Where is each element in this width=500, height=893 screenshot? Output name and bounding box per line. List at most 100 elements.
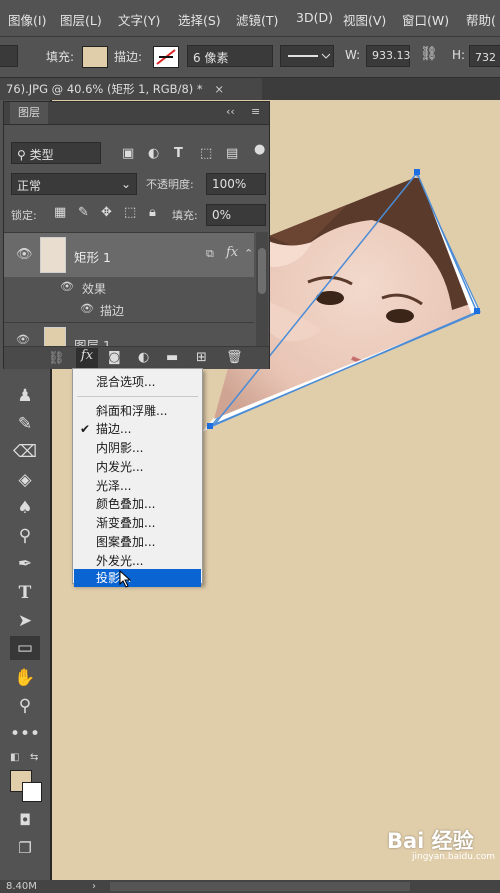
collapse-panel-icon[interactable]: ‹‹ (226, 105, 235, 118)
fill-input[interactable]: 0% (206, 204, 266, 226)
stroke-effect-eye-icon[interactable]: 👁︎ (80, 302, 94, 315)
effects-row[interactable]: 👁︎ 效果 (4, 278, 254, 298)
group-folder-icon[interactable]: ▬ (166, 350, 178, 365)
height-input[interactable]: 732 像 (469, 45, 500, 67)
menu-help[interactable]: 帮助( (466, 10, 496, 29)
effects-label: 效果 (82, 282, 107, 296)
menu-item-5[interactable]: 光泽... (74, 477, 201, 495)
opacity-input[interactable]: 100% (206, 173, 266, 195)
menu-item-8[interactable]: 图案叠加... (74, 533, 201, 551)
width-input[interactable]: 933.13 (366, 45, 411, 67)
layer-row-image[interactable]: 👁︎ 图层 1 (4, 322, 254, 348)
shape-mode-dropdown[interactable] (0, 45, 18, 67)
link-layers-icon[interactable]: ⛓ (48, 351, 65, 366)
layer2-eye-icon[interactable]: 👁︎ (16, 333, 30, 346)
default-colors-icon[interactable]: ◧ (10, 752, 19, 763)
document-tab[interactable]: 76).JPG @ 40.6% (矩形 1, RGB/8) * × (0, 78, 262, 100)
hand-tool-icon[interactable]: ✋ (10, 666, 40, 690)
fill-label: 填充: (46, 50, 75, 64)
adjustment-filter-icon[interactable]: ◐ (148, 146, 159, 161)
filter-toggle-icon[interactable]: ● (254, 142, 265, 157)
visibility-eye-icon[interactable]: 👁︎ (16, 247, 33, 262)
menu-item-10[interactable]: 投影... (74, 569, 201, 587)
height-label: H: (452, 48, 466, 62)
menu-item-7[interactable]: 渐变叠加... (74, 514, 201, 532)
status-arrow-icon[interactable]: › (92, 880, 96, 893)
menu-item-9[interactable]: 外发光... (74, 552, 201, 570)
menu-item-1[interactable]: 斜面和浮雕... (74, 402, 201, 420)
pen-tool-icon[interactable]: ✒ (10, 552, 40, 576)
layers-tab[interactable]: 图层 (10, 102, 48, 124)
menu-item-label: 外发光... (96, 554, 144, 568)
scrollbar-thumb[interactable] (258, 248, 266, 294)
menu-item-4[interactable]: 内发光... (74, 458, 201, 476)
menu-layer[interactable]: 图层(L) (60, 10, 102, 29)
menu-view[interactable]: 视图(V) (343, 10, 386, 29)
layer-row-shape[interactable]: 👁︎ 矩形 1 ⧉ fx ⌃ (4, 233, 254, 277)
menu-item-3[interactable]: 内阴影... (74, 439, 201, 457)
menu-item-6[interactable]: 颜色叠加... (74, 495, 201, 513)
lock-label: 锁定: (11, 209, 37, 222)
menu-select[interactable]: 选择(S) (178, 10, 221, 29)
background-color-swatch[interactable] (22, 782, 42, 802)
screen-mode-icon[interactable]: ❐ (10, 836, 40, 860)
shape-filter-icon[interactable]: ⬚ (200, 146, 212, 161)
layer-list-scrollbar[interactable] (256, 232, 268, 346)
add-layer-style-button[interactable]: fx (76, 348, 98, 368)
quick-mask-icon[interactable]: ◘ (10, 808, 40, 832)
history-brush-icon[interactable]: ✎ (10, 412, 40, 436)
menu-item-2[interactable]: ✔ 描边... (74, 420, 201, 438)
stroke-effect-row[interactable]: 👁︎ 描边 (4, 298, 254, 320)
stroke-swatch[interactable] (153, 46, 179, 68)
smart-object-filter-icon[interactable]: ▤ (226, 146, 238, 161)
lock-pixels-icon[interactable]: ✎ (78, 205, 89, 220)
zoom-tool-icon[interactable]: ⚲ (10, 694, 40, 718)
search-icon: ⚲ (17, 148, 26, 162)
trash-icon[interactable]: 🗑︎ (226, 350, 243, 365)
path-selection-icon[interactable]: ➤ (10, 609, 40, 633)
stroke-width-input[interactable]: 6 像素 (187, 45, 273, 67)
blend-mode-dropdown[interactable]: 正常 ⌄ (11, 173, 137, 195)
more-tools-icon[interactable]: ••• (10, 722, 40, 746)
eraser-tool-icon[interactable]: ⌫ (10, 440, 40, 464)
lock-all-icon[interactable]: 🔒︎ (149, 205, 156, 220)
swap-colors-icon[interactable]: ⇆ (30, 752, 38, 763)
stamp-tool-icon[interactable]: ♟ (10, 384, 40, 408)
link-icon[interactable]: ⛓ (420, 46, 438, 62)
menu-item-0[interactable]: 混合选项... (74, 373, 201, 391)
lock-artboard-icon[interactable]: ⬚ (124, 205, 136, 220)
menu-type[interactable]: 文字(Y) (118, 10, 160, 29)
menu-window[interactable]: 窗口(W) (402, 10, 449, 29)
menu-item-label: 内发光... (96, 460, 144, 474)
lock-position-icon[interactable]: ✥ (101, 205, 112, 220)
menu-image[interactable]: 图像(I) (8, 10, 46, 29)
new-layer-icon[interactable]: ⊞ (196, 350, 207, 365)
menu-item-label: 图案叠加... (96, 535, 156, 549)
pixel-filter-icon[interactable]: ▣ (122, 146, 134, 161)
fill-swatch[interactable] (82, 46, 108, 68)
add-mask-icon[interactable]: ◙ (108, 350, 121, 365)
rectangle-tool-icon[interactable]: ▭ (10, 636, 40, 660)
menu-item-label: 描边... (96, 422, 132, 436)
paint-bucket-icon[interactable]: ◈ (10, 468, 40, 492)
layer-name[interactable]: 矩形 1 (74, 247, 111, 266)
stroke-type-dropdown[interactable] (280, 45, 334, 67)
lock-transparent-icon[interactable]: ▦ (54, 205, 66, 220)
dodge-tool-icon[interactable]: ⚲ (10, 524, 40, 548)
close-tab-icon[interactable]: × (214, 82, 224, 96)
effects-eye-icon[interactable]: 👁︎ (60, 280, 74, 293)
horizontal-scrollbar[interactable] (110, 882, 410, 891)
blur-tool-icon[interactable]: ♠ (10, 496, 40, 520)
panel-menu-icon[interactable]: ≡ (251, 105, 260, 118)
menu-filter[interactable]: 滤镜(T) (236, 10, 278, 29)
status-bar: 8.40M › (0, 880, 500, 893)
adjustment-layer-icon[interactable]: ◐ (138, 350, 149, 365)
no-stroke-icon (156, 49, 176, 65)
layer-filter-dropdown[interactable]: ⚲ 类型 (11, 142, 101, 164)
expand-effects-icon[interactable]: ⌃ (244, 247, 253, 260)
type-tool-icon[interactable]: T (10, 581, 40, 605)
menu-3d[interactable]: 3D(D) (296, 10, 333, 25)
menu-bar: 图像(I) 图层(L) 文字(Y) 选择(S) 滤镜(T) 3D(D) 视图(V… (0, 0, 500, 37)
layer-fx-badge[interactable]: fx (226, 245, 238, 260)
type-filter-icon[interactable]: T (174, 146, 183, 161)
